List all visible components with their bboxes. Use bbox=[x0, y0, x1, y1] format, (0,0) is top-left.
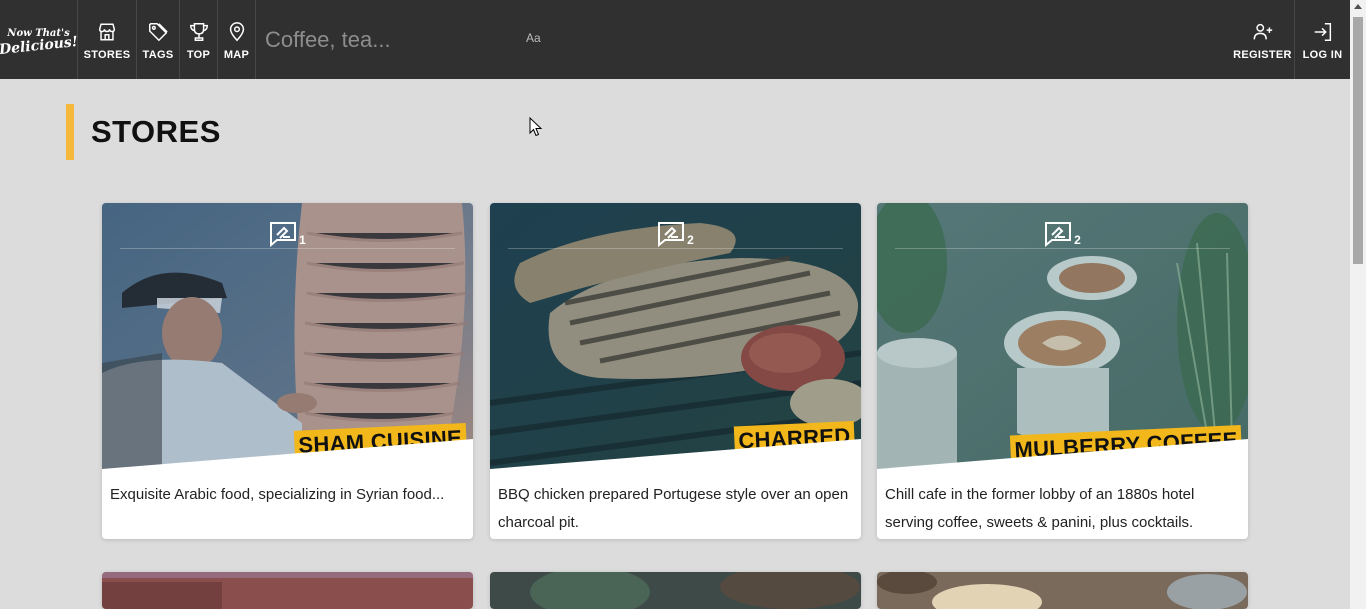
login-icon bbox=[1314, 22, 1331, 41]
review-icon bbox=[270, 222, 297, 247]
page-title: STORES bbox=[66, 104, 221, 160]
search-input[interactable] bbox=[263, 25, 517, 54]
add-user-icon bbox=[1253, 23, 1272, 39]
store-photo bbox=[490, 572, 861, 609]
store-card[interactable] bbox=[102, 572, 473, 609]
top-nav: Now That's Delicious! STORES TAGS TOP MA… bbox=[0, 0, 1350, 79]
card-slant bbox=[102, 439, 473, 469]
nav-map-label: MAP bbox=[223, 48, 250, 61]
nav-map[interactable]: MAP bbox=[218, 0, 256, 79]
review-icon bbox=[658, 222, 685, 247]
image-divider bbox=[508, 248, 843, 249]
nav-stores-label: STORES bbox=[83, 48, 131, 61]
review-count: 2 bbox=[490, 221, 861, 247]
nav-tags-label: TAGS bbox=[142, 48, 174, 61]
store-description: Exquisite Arabic food, specializing in S… bbox=[110, 486, 445, 503]
store-card[interactable] bbox=[877, 572, 1248, 609]
map-pin-icon bbox=[229, 21, 244, 41]
store-card[interactable]: 1 SHAM CUISINE Exquisite Arabic food, sp… bbox=[102, 203, 473, 539]
store-card-image[interactable]: 1 SHAM CUISINE bbox=[102, 203, 473, 469]
nav-tags[interactable]: TAGS bbox=[137, 0, 180, 79]
store-card-image[interactable]: 2 MULBERRY COFFEE bbox=[877, 203, 1248, 469]
store-description: Chill cafe in the former lobby of an 188… bbox=[885, 486, 1195, 531]
review-count: 2 bbox=[877, 221, 1248, 247]
review-count-value: 2 bbox=[1074, 233, 1081, 247]
login-label: LOG IN bbox=[1302, 48, 1343, 61]
tag-icon bbox=[149, 22, 168, 41]
scroll-thumb[interactable] bbox=[1353, 17, 1363, 264]
nav-top[interactable]: TOP bbox=[180, 0, 218, 79]
store-icon bbox=[98, 22, 116, 41]
trophy-icon bbox=[189, 22, 208, 41]
register-button[interactable]: REGISTER bbox=[1231, 0, 1295, 79]
card-slant bbox=[877, 439, 1248, 469]
page-scrollbar[interactable] bbox=[1350, 0, 1366, 609]
mouse-cursor-icon bbox=[529, 117, 543, 137]
search-box: Aa bbox=[256, 0, 556, 79]
register-label: REGISTER bbox=[1233, 48, 1292, 61]
scroll-up-arrow-icon[interactable] bbox=[1354, 4, 1362, 9]
review-icon bbox=[1045, 222, 1072, 247]
store-description: BBQ chicken prepared Portugese style ove… bbox=[498, 486, 849, 531]
nav-stores[interactable]: STORES bbox=[78, 0, 137, 79]
review-count-value: 1 bbox=[299, 233, 306, 247]
store-photo bbox=[877, 572, 1248, 609]
nav-top-label: TOP bbox=[186, 48, 211, 61]
store-card[interactable]: 2 MULBERRY COFFEE Chill cafe in the form… bbox=[877, 203, 1248, 539]
store-card-image[interactable]: 2 CHARRED bbox=[490, 203, 861, 469]
brand-logo[interactable]: Now That's Delicious! bbox=[0, 0, 79, 79]
store-card[interactable] bbox=[490, 572, 861, 609]
search-aa-hint: Aa bbox=[526, 31, 541, 45]
card-slant bbox=[490, 439, 861, 469]
store-card[interactable]: 2 CHARRED BBQ chicken prepared Portugese… bbox=[490, 203, 861, 539]
review-count: 1 bbox=[102, 221, 473, 247]
image-divider bbox=[120, 248, 455, 249]
login-button[interactable]: LOG IN bbox=[1295, 0, 1350, 79]
store-photo bbox=[102, 572, 473, 609]
review-count-value: 2 bbox=[687, 233, 694, 247]
image-divider bbox=[895, 248, 1230, 249]
